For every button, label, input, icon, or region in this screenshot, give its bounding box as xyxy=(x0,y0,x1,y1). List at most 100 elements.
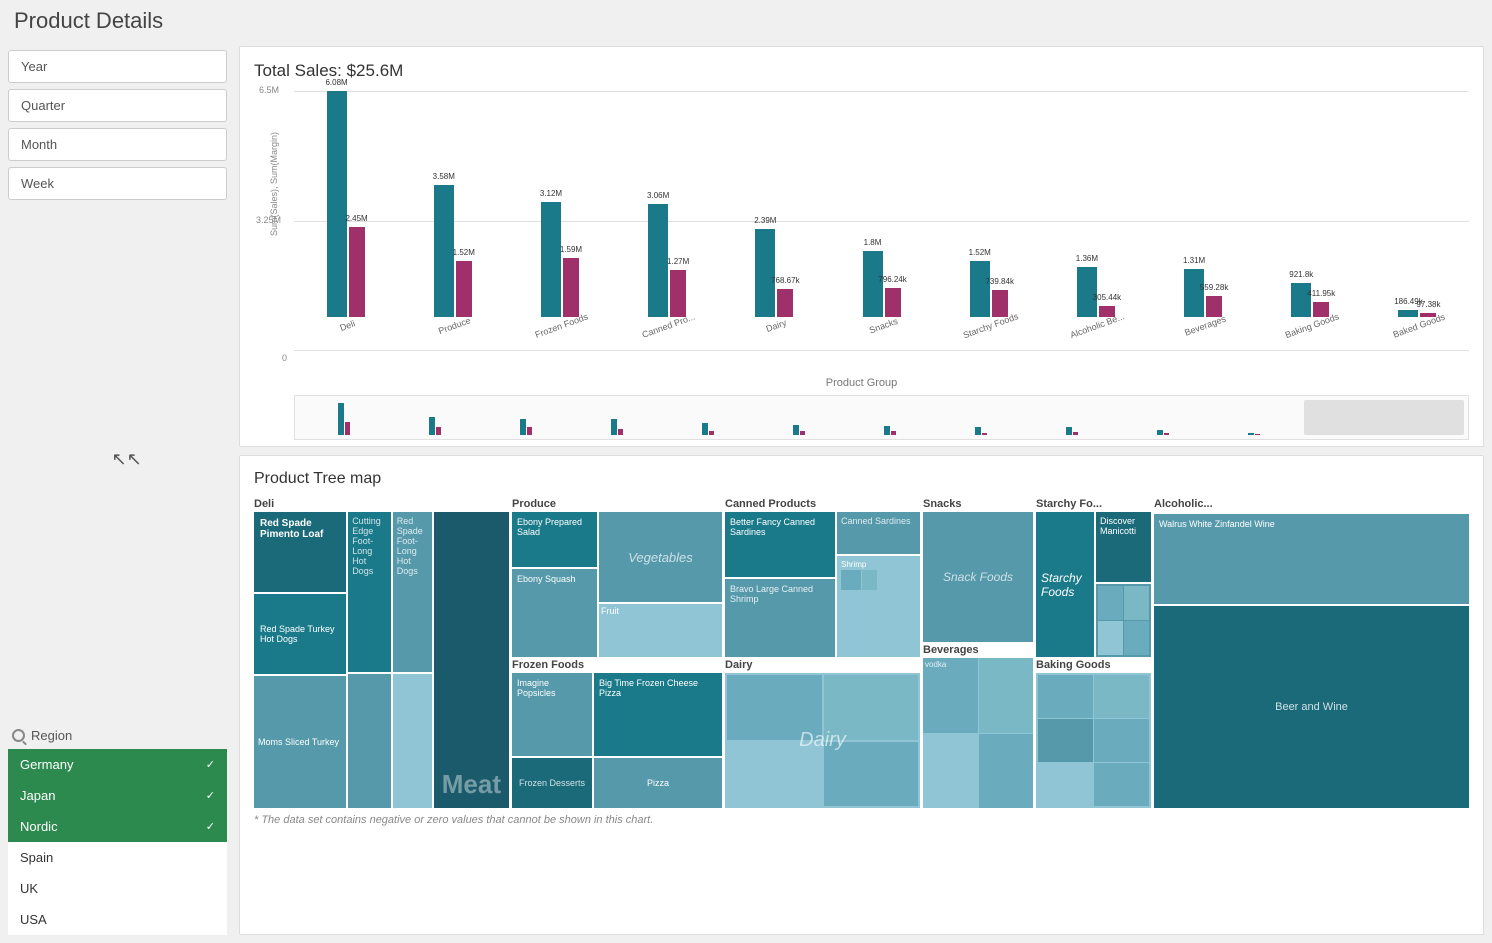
bar-beverages-sales[interactable]: 1.31M xyxy=(1184,269,1204,317)
bar-canned-margin-fill xyxy=(670,270,686,317)
tm-cell-ebony-salad[interactable]: Ebony Prepared Salad xyxy=(512,512,597,567)
tm-produce-right: Vegetables Fruit xyxy=(599,512,722,657)
tm-shrimp-grid-1 xyxy=(841,570,861,590)
tm-cell-label-walrus-wine: Walrus White Zinfandel Wine xyxy=(1159,519,1275,529)
bar-dairy-margin[interactable]: 768.67k xyxy=(777,289,793,317)
mini-bar-8b xyxy=(982,433,987,435)
tm-cell-red-spade-hotdogs[interactable]: Red Spade Foot-Long Hot Dogs xyxy=(393,512,432,672)
tm-section-deli: Deli Red Spade Pimento Loaf Red Spade Tu… xyxy=(254,498,509,808)
bar-starchy-margin-fill xyxy=(992,290,1008,317)
bar-produce-margin[interactable]: 1.52M xyxy=(456,261,472,317)
bar-frozen-sales[interactable]: 3.12M xyxy=(541,202,561,317)
tm-deli-content: Red Spade Pimento Loaf Red Spade Turkey … xyxy=(254,512,509,808)
tm-cell-label-meat: Meat xyxy=(442,769,501,800)
bar-snacks-sales[interactable]: 1.8M xyxy=(863,251,883,317)
filter-week[interactable]: Week xyxy=(8,167,227,200)
tm-dairy: Dairy Dairy xyxy=(725,659,920,808)
tm-bev-g1: vodka xyxy=(923,658,978,733)
mini-bar-group-6 xyxy=(754,425,843,435)
tm-cell-meat[interactable]: Meat xyxy=(434,512,509,808)
bar-frozen-margin[interactable]: 1.59M xyxy=(563,258,579,317)
mini-bar-1a xyxy=(338,403,344,435)
region-item-nordic[interactable]: Nordic ✓ xyxy=(8,811,227,842)
bar-produce-sales[interactable]: 3.58M xyxy=(434,185,454,317)
mini-bar-10a xyxy=(1157,430,1163,435)
bar-alcoholic-sales[interactable]: 1.36M xyxy=(1077,267,1097,317)
tm-label-alcoholic: Alcoholic... xyxy=(1154,498,1469,510)
tm-cell-walrus-wine[interactable]: Walrus White Zinfandel Wine xyxy=(1154,514,1469,604)
bar-baked-sales[interactable]: 186.49k xyxy=(1398,310,1418,317)
mini-bar-11a xyxy=(1248,433,1254,435)
region-item-uk[interactable]: UK xyxy=(8,873,227,904)
tm-cell-label-bravo-shrimp: Bravo Large Canned Shrimp xyxy=(730,584,830,604)
tm-frozen-content: Imagine Popsicles Frozen Desserts Big Ti… xyxy=(512,673,722,808)
tm-beverages-section: Beverages vodka xyxy=(923,644,1033,808)
bar-deli-margin[interactable]: 2.45M xyxy=(349,227,365,317)
tm-deli-mid: Cutting Edge Foot-Long Hot Dogs xyxy=(348,512,391,808)
bar-dairy-sales[interactable]: 2.39M xyxy=(755,229,775,317)
mini-bar-1b xyxy=(345,422,350,435)
bar-label-baking-sales: 921.8k xyxy=(1289,270,1313,279)
tm-baking-grid[interactable] xyxy=(1036,673,1151,808)
tm-cell-frozen-desserts[interactable]: Frozen Desserts xyxy=(512,758,592,808)
bar-snacks-margin[interactable]: 796.24k xyxy=(885,288,901,317)
bar-canned-margin[interactable]: 1.27M xyxy=(670,270,686,317)
tm-cell-moms-sliced[interactable]: Moms Sliced Turkey xyxy=(254,676,346,808)
bar-frozen-sales-fill xyxy=(541,202,561,317)
tm-deli-left: Red Spade Pimento Loaf Red Spade Turkey … xyxy=(254,512,346,808)
region-item-japan[interactable]: Japan ✓ xyxy=(8,780,227,811)
tm-cell-canned-sardines[interactable]: Canned Sardines xyxy=(837,512,920,554)
chart-scroll-area[interactable] xyxy=(1304,400,1464,435)
region-item-germany[interactable]: Germany ✓ xyxy=(8,749,227,780)
tm-cell-label-ebony-salad: Ebony Prepared Salad xyxy=(517,517,592,537)
tm-cell-imagine-popsicles[interactable]: Imagine Popsicles xyxy=(512,673,592,756)
bar-starchy-margin[interactable]: 739.84k xyxy=(992,290,1008,317)
tm-cell-big-time-pizza[interactable]: Big Time Frozen Cheese Pizza xyxy=(594,673,722,756)
tm-starchy-small-grid xyxy=(1096,584,1151,657)
tm-cell-label-red-spade-turkey: Red Spade Turkey Hot Dogs xyxy=(260,624,340,644)
tm-produce-left: Ebony Prepared Salad Ebony Squash xyxy=(512,512,597,657)
tm-cell-bravo-shrimp[interactable]: Bravo Large Canned Shrimp xyxy=(725,579,835,657)
tm-cell-shrimp-small[interactable]: Shrimp xyxy=(837,556,920,657)
tm-cell-label-canned-sardines: Canned Sardines xyxy=(841,516,911,526)
tm-cell-vegetables[interactable]: Vegetables xyxy=(599,512,722,602)
tm-cell-better-fancy[interactable]: Better Fancy Canned Sardines xyxy=(725,512,835,577)
bar-label-snacks-sales: 1.8M xyxy=(864,238,882,247)
tm-cell-snack-foods[interactable]: Snack Foods xyxy=(923,512,1033,642)
bar-deli-sales[interactable]: 6.08M xyxy=(327,91,347,317)
bar-canned-sales[interactable]: 3.06M xyxy=(648,204,668,317)
region-item-usa[interactable]: USA xyxy=(8,904,227,935)
tm-beverages-grid[interactable]: vodka xyxy=(923,658,1033,808)
tm-dairy-content[interactable]: Dairy xyxy=(725,673,920,808)
bar-label-deli-margin: 2.45M xyxy=(345,214,367,223)
filter-quarter[interactable]: Quarter xyxy=(8,89,227,122)
mini-bar-11b xyxy=(1255,434,1260,435)
tm-frozen: Frozen Foods Imagine Popsicles Frozen De… xyxy=(512,659,722,808)
tm-cell-pizza[interactable]: Pizza xyxy=(594,758,722,808)
tm-cell-beer-wine[interactable]: Beer and Wine xyxy=(1154,606,1469,808)
filter-month[interactable]: Month xyxy=(8,128,227,161)
tm-cell-red-spade-pimento[interactable]: Red Spade Pimento Loaf xyxy=(254,512,346,592)
filter-year[interactable]: Year xyxy=(8,50,227,83)
tm-section-alcoholic: Alcoholic... Walrus White Zinfandel Wine… xyxy=(1154,498,1469,808)
bar-label-baked-margin: 97.38k xyxy=(1416,300,1440,309)
region-item-spain[interactable]: Spain xyxy=(8,842,227,873)
search-icon xyxy=(12,729,25,742)
tm-cell-cutting-edge[interactable]: Cutting Edge Foot-Long Hot Dogs xyxy=(348,512,391,672)
tm-cell-label-imagine-popsicles: Imagine Popsicles xyxy=(517,678,587,698)
tm-cell-deli-small[interactable] xyxy=(393,674,432,808)
bar-starchy-sales[interactable]: 1.52M xyxy=(970,261,990,317)
tm-cell-starchy-foods[interactable]: Starchy Foods xyxy=(1036,512,1094,657)
tm-cell-ebony-squash[interactable]: Ebony Squash xyxy=(512,569,597,657)
tm-cell-deli-extra[interactable] xyxy=(348,674,391,808)
tm-label-canned: Canned Products xyxy=(725,498,920,510)
bar-label-deli-sales: 6.08M xyxy=(325,78,347,87)
grid-top: 6.5M xyxy=(294,91,1469,92)
tm-cell-label-beer-wine: Beer and Wine xyxy=(1275,701,1348,713)
region-name-spain: Spain xyxy=(20,850,53,865)
mini-chart[interactable] xyxy=(294,395,1469,440)
tm-cell-discover-manicotti[interactable]: Discover Manicotti xyxy=(1096,512,1151,582)
bar-label-snacks-margin: 796.24k xyxy=(878,275,906,284)
tm-cell-fruit[interactable]: Fruit xyxy=(599,604,722,657)
tm-cell-red-spade-turkey[interactable]: Red Spade Turkey Hot Dogs xyxy=(254,594,346,674)
